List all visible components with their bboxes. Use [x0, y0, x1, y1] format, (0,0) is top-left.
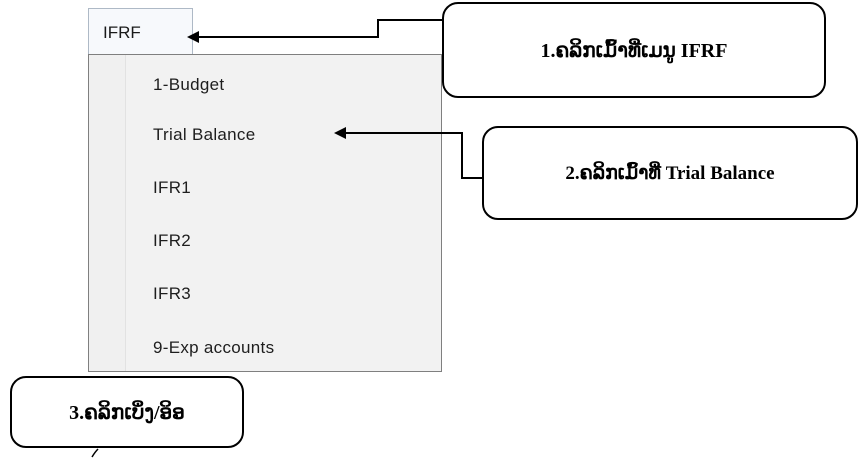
callout-3-tail	[91, 448, 99, 458]
menu-item-9-exp-accounts[interactable]: 9-Exp accounts	[153, 338, 274, 358]
callout-step-2-text: 2.ຄລິກເມົ້າທີ່ Trial Balance	[565, 162, 775, 184]
ifrf-menu-tab-label: IFRF	[103, 23, 141, 42]
menu-item-ifr2[interactable]: IFR2	[153, 231, 191, 251]
menu-item-1-budget[interactable]: 1-Budget	[153, 75, 224, 95]
arrow-to-ifrf-tab	[198, 19, 442, 38]
callout-step-1-text: 1.ຄລິກເມົ້າທີ່ເມນູ IFRF	[540, 39, 728, 62]
ifrf-menu-tab[interactable]: IFRF	[88, 8, 193, 54]
callout-step-3: 3.ຄລິກເບິ່ງ/ອິອ	[10, 376, 244, 448]
menu-item-ifr1[interactable]: IFR1	[153, 178, 191, 198]
menu-item-ifr3[interactable]: IFR3	[153, 284, 191, 304]
ifrf-dropdown-menu: 1-Budget Trial Balance IFR1 IFR2 IFR3 9-…	[88, 54, 442, 372]
menu-item-trial-balance[interactable]: Trial Balance	[153, 125, 255, 145]
dropdown-icon-gutter	[89, 55, 126, 371]
callout-step-3-text: 3.ຄລິກເບິ່ງ/ອິອ	[69, 401, 185, 424]
callout-step-2: 2.ຄລິກເມົ້າທີ່ Trial Balance	[482, 126, 858, 220]
callout-step-1: 1.ຄລິກເມົ້າທີ່ເມນູ IFRF	[442, 2, 826, 98]
